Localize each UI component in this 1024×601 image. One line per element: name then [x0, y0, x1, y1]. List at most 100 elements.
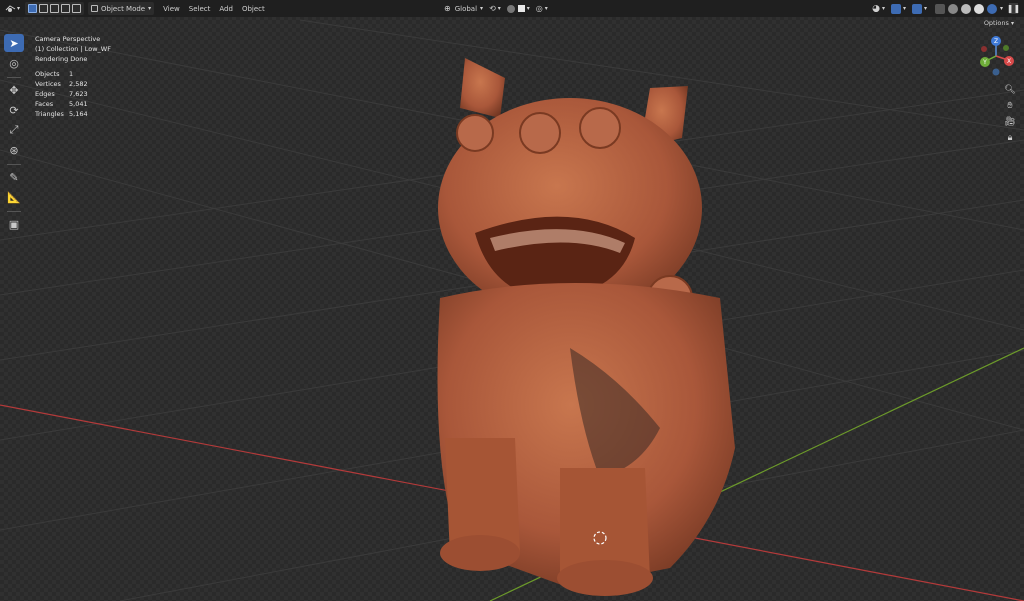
rotate-icon: ⟳: [9, 103, 19, 117]
snap-target-icon[interactable]: [517, 5, 525, 12]
gizmo-neg-y-icon: [1003, 45, 1009, 51]
gizmo-neg-z-icon: [992, 68, 1000, 76]
select-box-tool[interactable]: ➤: [4, 34, 24, 52]
overlays-icon[interactable]: [911, 3, 922, 14]
zoom-view-button[interactable]: 🔍︎: [1004, 84, 1016, 96]
move-icon: ✥: [9, 83, 19, 97]
shading-rendered-icon[interactable]: [986, 3, 997, 14]
select-new-icon[interactable]: [28, 4, 38, 13]
select-mode-group[interactable]: [25, 2, 85, 15]
shading-solid-icon[interactable]: [960, 3, 971, 14]
stat-label: Vertices: [35, 80, 61, 88]
gizmo-x-label: X: [1007, 58, 1011, 65]
add-cube-tool[interactable]: ▣: [4, 215, 24, 233]
stat-row: Faces 5,041: [35, 99, 111, 109]
xray-icon[interactable]: [934, 3, 945, 14]
options-label: Options: [983, 19, 1009, 27]
chevron-down-icon: ▾: [148, 5, 152, 12]
chevron-down-icon: ▾: [902, 5, 906, 12]
lock-view-button[interactable]: 🔒︎: [1004, 132, 1016, 144]
shading-wireframe-icon[interactable]: [947, 3, 958, 14]
chevron-down-icon: ▾: [1010, 20, 1014, 27]
gizmo-z-label: Z: [994, 38, 998, 45]
pause-icon[interactable]: ❚❚: [1007, 3, 1020, 14]
camera-icon: 🎥︎: [1004, 117, 1016, 127]
toolbar-divider: [7, 164, 21, 165]
chevron-down-icon: ▾: [497, 5, 501, 12]
collection-line: (1) Collection | Low_WF: [35, 45, 111, 53]
viewport-header: ▾ Object Mode ▾ View Select Add Object ⊕…: [0, 0, 1024, 17]
rotate-tool[interactable]: ⟳: [4, 101, 24, 119]
visibility-icon[interactable]: ◕: [872, 4, 880, 14]
stat-label: Triangles: [35, 110, 64, 118]
stat-row: Triangles 5,164: [35, 109, 111, 119]
measure-tool[interactable]: 📐: [4, 188, 24, 206]
lock-icon: 🔒︎: [1007, 133, 1013, 143]
object-mode-icon: [91, 5, 99, 12]
viewport-header-right: ◕ ▾ ▾ ▾ ▾ ❚❚: [872, 0, 1024, 17]
select-difference-icon[interactable]: [61, 4, 71, 13]
tool-bar: ➤ ◎ ✥ ⟳ ⤢ ⊛ ✎ 📐 ▣: [3, 34, 25, 235]
chevron-down-icon: ▾: [999, 5, 1003, 12]
annotate-tool[interactable]: ✎: [4, 168, 24, 186]
menu-add[interactable]: Add: [219, 5, 233, 13]
shisa-statue-model[interactable]: [420, 48, 760, 598]
select-extend-icon[interactable]: [39, 4, 49, 13]
camera-view-button[interactable]: 🎥︎: [1004, 116, 1016, 128]
toolbar-divider: [7, 211, 21, 212]
stat-value: 7,623: [69, 90, 88, 98]
scale-tool[interactable]: ⤢: [4, 121, 24, 139]
chevron-down-icon: ▾: [881, 5, 885, 12]
viewport-info-overlay: Camera Perspective (1) Collection | Low_…: [35, 34, 111, 119]
navigation-gizmo[interactable]: Z X Y: [976, 34, 1016, 80]
magnifier-icon: 🔍︎: [1004, 85, 1016, 95]
stat-label: Faces: [35, 100, 54, 108]
menu-view[interactable]: View: [163, 5, 180, 13]
stat-value: 1: [69, 70, 74, 78]
menu-object[interactable]: Object: [242, 5, 265, 13]
select-intersect-icon[interactable]: [72, 4, 82, 13]
pencil-icon: ✎: [9, 170, 19, 184]
shading-material-icon[interactable]: [973, 3, 984, 14]
scale-icon: ⤢: [9, 123, 19, 136]
hand-icon: ✋︎: [1007, 101, 1013, 111]
proportional-edit-icon[interactable]: ◎: [536, 4, 543, 13]
stat-label: Edges: [35, 90, 55, 98]
target-cursor-icon: ◎: [9, 56, 19, 70]
pivot-icon[interactable]: ⟲: [489, 4, 496, 13]
stat-value: 5,041: [69, 100, 88, 108]
mode-dropdown[interactable]: Object Mode ▾: [88, 2, 155, 15]
orientation-icon: ⊕: [444, 4, 451, 13]
mode-label: Object Mode: [101, 4, 146, 13]
chevron-down-icon: ▾: [544, 5, 548, 12]
options-dropdown[interactable]: Options ▾: [984, 19, 1014, 27]
stat-value: 2,582: [69, 80, 88, 88]
pan-view-button[interactable]: ✋︎: [1004, 100, 1016, 112]
cursor-tool[interactable]: ◎: [4, 54, 24, 72]
stat-row: Objects 1: [35, 69, 111, 79]
viewport-editor-icon: [5, 5, 16, 12]
chevron-down-icon: ▾: [923, 5, 927, 12]
view-name: Camera Perspective: [35, 35, 101, 43]
gizmo-y-label: Y: [982, 59, 987, 66]
snap-icon[interactable]: [506, 4, 515, 13]
cursor-arrow-icon: ➤: [9, 36, 19, 50]
editor-type-button[interactable]: ▾: [2, 2, 23, 15]
orientation-dropdown[interactable]: Global: [455, 5, 477, 13]
select-subtract-icon[interactable]: [50, 4, 60, 13]
scene-statistics: Objects 1 Vertices 2,582 Edges 7,623 Fac…: [35, 69, 111, 119]
transform-controls: ⊕ Global ▾ ⟲ ▾ ▾ ◎ ▾: [444, 4, 548, 13]
gizmo-neg-x-icon: [981, 46, 987, 52]
stat-row: Edges 7,623: [35, 89, 111, 99]
gizmo-toggle-icon[interactable]: [890, 3, 901, 14]
move-tool[interactable]: ✥: [4, 81, 24, 99]
transform-tool[interactable]: ⊛: [4, 141, 24, 159]
stat-row: Vertices 2,582: [35, 79, 111, 89]
chevron-down-icon: ▾: [480, 5, 484, 12]
menu-select[interactable]: Select: [189, 5, 211, 13]
ruler-icon: 📐: [7, 190, 21, 204]
transform-icon: ⊛: [9, 143, 19, 157]
toolbar-divider: [7, 77, 21, 78]
chevron-down-icon: ▾: [526, 5, 530, 12]
stat-label: Objects: [35, 70, 60, 78]
